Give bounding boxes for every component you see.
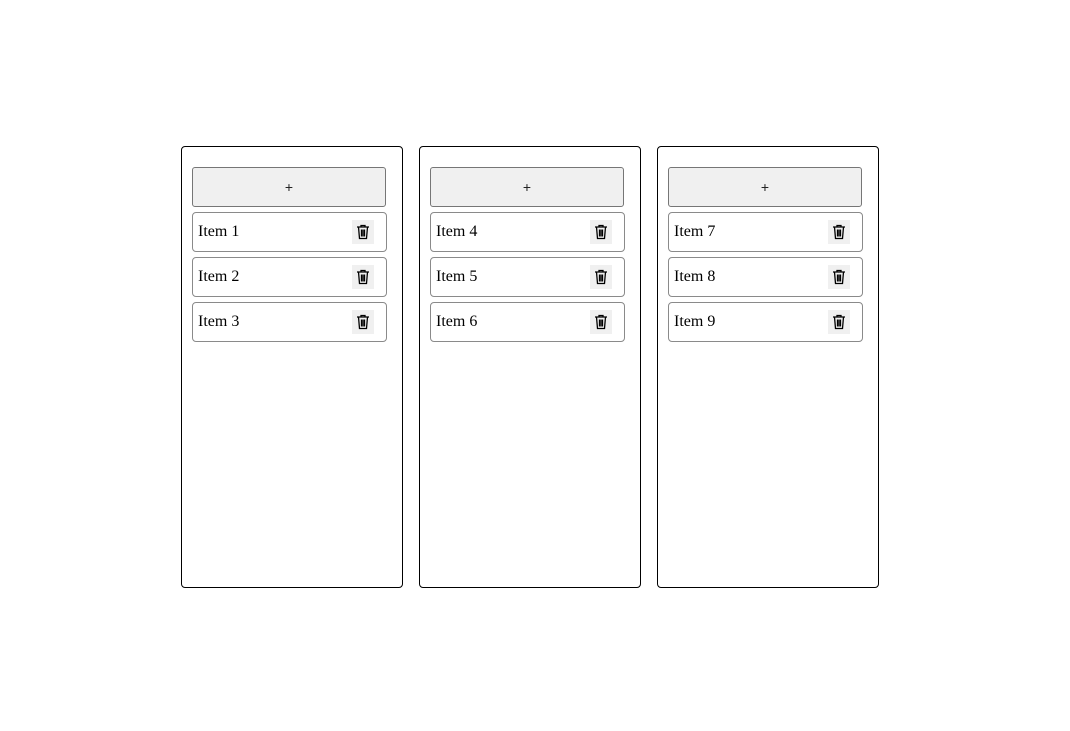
list-item[interactable]: Item 4 <box>430 212 625 252</box>
item-label: Item 1 <box>198 223 240 240</box>
item-label: Item 2 <box>198 268 240 285</box>
board: + Item 1 Item 2 Item 3 + Item 4 Item 5 I… <box>181 146 879 588</box>
list-item[interactable]: Item 3 <box>192 302 387 342</box>
item-label: Item 4 <box>436 223 478 240</box>
item-label: Item 8 <box>674 268 716 285</box>
list-item[interactable]: Item 9 <box>668 302 863 342</box>
list-item[interactable]: Item 8 <box>668 257 863 297</box>
trash-icon <box>833 314 845 329</box>
list-item[interactable]: Item 5 <box>430 257 625 297</box>
delete-button[interactable] <box>828 264 850 289</box>
item-label: Item 3 <box>198 313 240 330</box>
delete-button[interactable] <box>352 219 374 244</box>
list-item[interactable]: Item 1 <box>192 212 387 252</box>
item-label: Item 9 <box>674 313 716 330</box>
add-item-button[interactable]: + <box>192 167 386 207</box>
column-3: + Item 7 Item 8 Item 9 <box>657 146 879 588</box>
item-label: Item 7 <box>674 223 716 240</box>
delete-button[interactable] <box>828 219 850 244</box>
list-item[interactable]: Item 7 <box>668 212 863 252</box>
delete-button[interactable] <box>590 309 612 334</box>
delete-button[interactable] <box>590 264 612 289</box>
trash-icon <box>833 224 845 239</box>
trash-icon <box>595 314 607 329</box>
trash-icon <box>357 314 369 329</box>
trash-icon <box>357 269 369 284</box>
trash-icon <box>595 224 607 239</box>
trash-icon <box>595 269 607 284</box>
delete-button[interactable] <box>352 264 374 289</box>
column-2: + Item 4 Item 5 Item 6 <box>419 146 641 588</box>
list-item[interactable]: Item 6 <box>430 302 625 342</box>
trash-icon <box>833 269 845 284</box>
delete-button[interactable] <box>828 309 850 334</box>
add-item-button[interactable]: + <box>430 167 624 207</box>
item-label: Item 6 <box>436 313 478 330</box>
delete-button[interactable] <box>352 309 374 334</box>
column-1: + Item 1 Item 2 Item 3 <box>181 146 403 588</box>
list-item[interactable]: Item 2 <box>192 257 387 297</box>
add-item-button[interactable]: + <box>668 167 862 207</box>
delete-button[interactable] <box>590 219 612 244</box>
trash-icon <box>357 224 369 239</box>
item-label: Item 5 <box>436 268 478 285</box>
